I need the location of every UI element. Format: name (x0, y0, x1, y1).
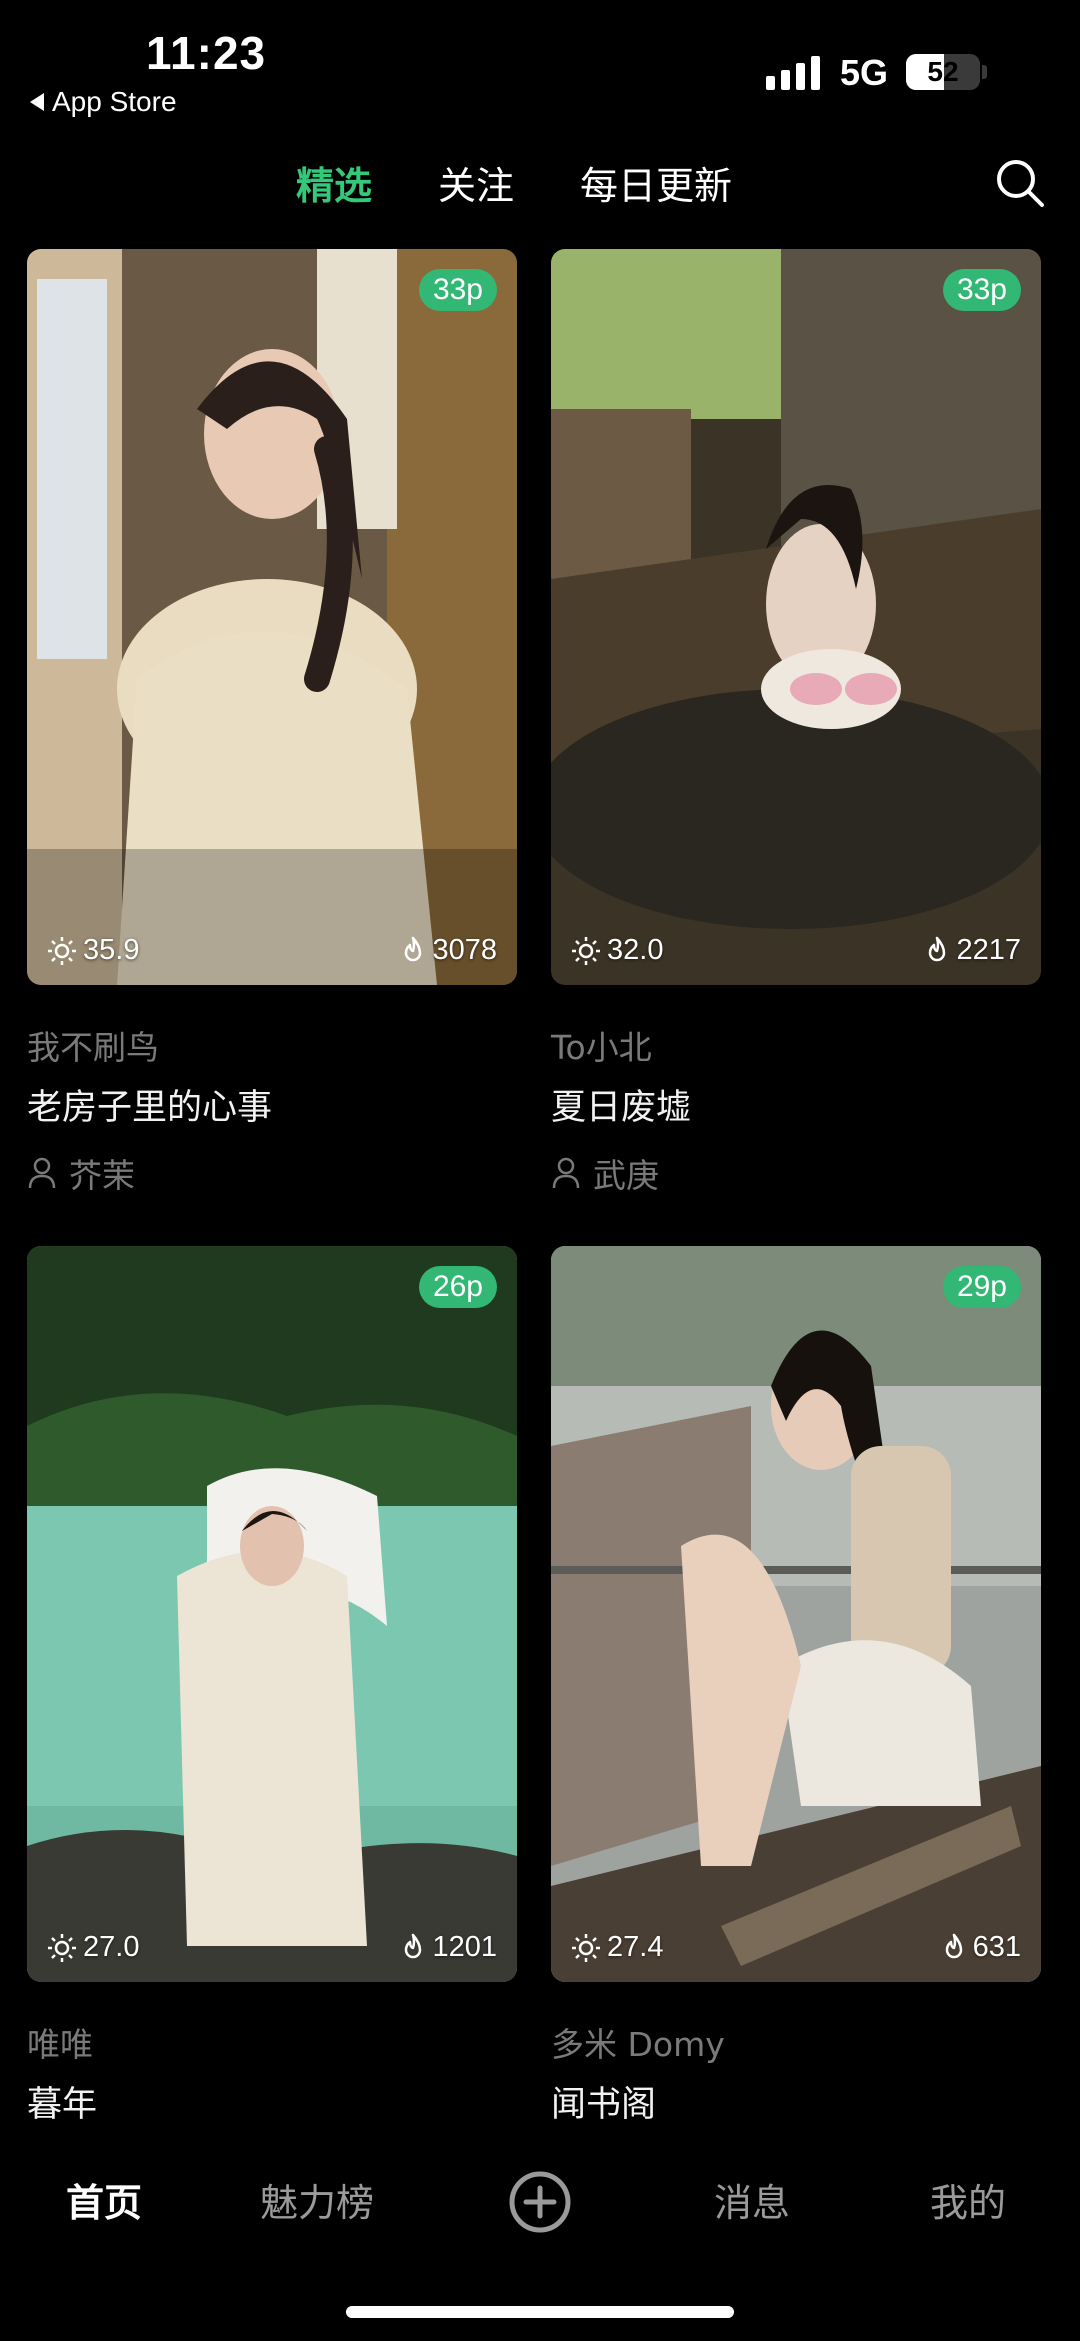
photo-count-badge: 29p (942, 1266, 1021, 1308)
flame-icon (945, 1933, 962, 1958)
heat-value: 2217 (956, 934, 1021, 966)
person-icon (28, 1157, 56, 1189)
person-icon (552, 1157, 580, 1189)
heat-value: 3078 (432, 934, 497, 966)
photo-count-badge: 33p (418, 269, 497, 311)
cover-image[interactable]: 33p 32.0 2217 (551, 249, 1041, 985)
back-app-label: App Store (52, 86, 177, 117)
cover-image[interactable]: 33p 35.9 3078 (27, 249, 517, 985)
add-post-icon[interactable] (508, 2170, 572, 2234)
nav-mine[interactable]: 我的 (930, 2172, 1006, 2227)
status-bar: 11:23 App Store 5G 52 (0, 0, 1080, 130)
score-value: 32.0 (607, 934, 664, 966)
search-icon[interactable] (992, 155, 1048, 211)
top-tabs: 精选 关注 每日更新 (0, 155, 1080, 215)
heat: 2217 (924, 934, 1021, 967)
back-to-app-store[interactable]: App Store (30, 86, 177, 118)
tab-daily-update[interactable]: 每日更新 (580, 155, 732, 210)
heat: 631 (941, 1931, 1021, 1964)
flame-icon (405, 1933, 422, 1958)
author-name[interactable]: 唯唯 (27, 2018, 93, 2066)
tab-following[interactable]: 关注 (438, 155, 514, 210)
score-value: 35.9 (83, 934, 140, 966)
status-time: 11:23 (146, 27, 267, 79)
nav-home[interactable]: 首页 (66, 2172, 142, 2227)
score: 27.4 (571, 1931, 663, 1964)
network-type: 5G (840, 52, 889, 93)
author-name[interactable]: 多米 Domy (551, 2018, 725, 2066)
score: 32.0 (571, 934, 663, 967)
battery-level: 52 (927, 56, 959, 87)
sun-icon (572, 936, 600, 965)
sun-icon (48, 1933, 76, 1962)
model-name: 芥茉 (69, 1156, 135, 1195)
model-tag[interactable]: 芥茉 (27, 1149, 135, 1197)
nav-messages[interactable]: 消息 (714, 2172, 790, 2227)
heat-value: 631 (972, 1931, 1021, 1963)
post-title[interactable]: 老房子里的心事 (27, 1079, 272, 1130)
post-title[interactable]: 闻书阁 (551, 2076, 656, 2127)
battery-tip (982, 65, 987, 79)
score-value: 27.4 (607, 1931, 664, 1963)
score: 27.0 (47, 1931, 139, 1964)
sun-icon (572, 1933, 600, 1962)
tab-featured[interactable]: 精选 (296, 155, 372, 210)
flame-icon (929, 936, 946, 961)
model-name: 武庚 (593, 1156, 659, 1195)
model-tag[interactable]: 武庚 (551, 1149, 659, 1197)
home-indicator[interactable] (346, 2306, 734, 2318)
cover-image[interactable]: 26p 27.0 1201 (27, 1246, 517, 1982)
cover-image[interactable]: 29p 27.4 631 (551, 1246, 1041, 1982)
battery-icon: 52 (906, 54, 980, 90)
heat-value: 1201 (432, 1931, 497, 1963)
sun-icon (48, 936, 76, 965)
heat: 1201 (400, 1931, 497, 1964)
post-title[interactable]: 暮年 (27, 2076, 97, 2127)
photo-count-badge: 26p (418, 1266, 497, 1308)
post-title[interactable]: 夏日废墟 (551, 1079, 691, 1130)
score: 35.9 (47, 934, 139, 967)
heat: 3078 (400, 934, 497, 967)
photo-count-badge: 33p (942, 269, 1021, 311)
score-value: 27.0 (83, 1931, 140, 1963)
author-name[interactable]: 我不刷鸟 (27, 1021, 159, 1069)
signal-icon (766, 54, 820, 90)
bottom-nav: 首页 魅力榜 消息 我的 (0, 2140, 1080, 2260)
author-name[interactable]: To小北 (551, 1021, 652, 1069)
flame-icon (405, 936, 422, 961)
nav-charm-ranking[interactable]: 魅力榜 (260, 2172, 374, 2227)
back-caret-icon (30, 93, 44, 111)
